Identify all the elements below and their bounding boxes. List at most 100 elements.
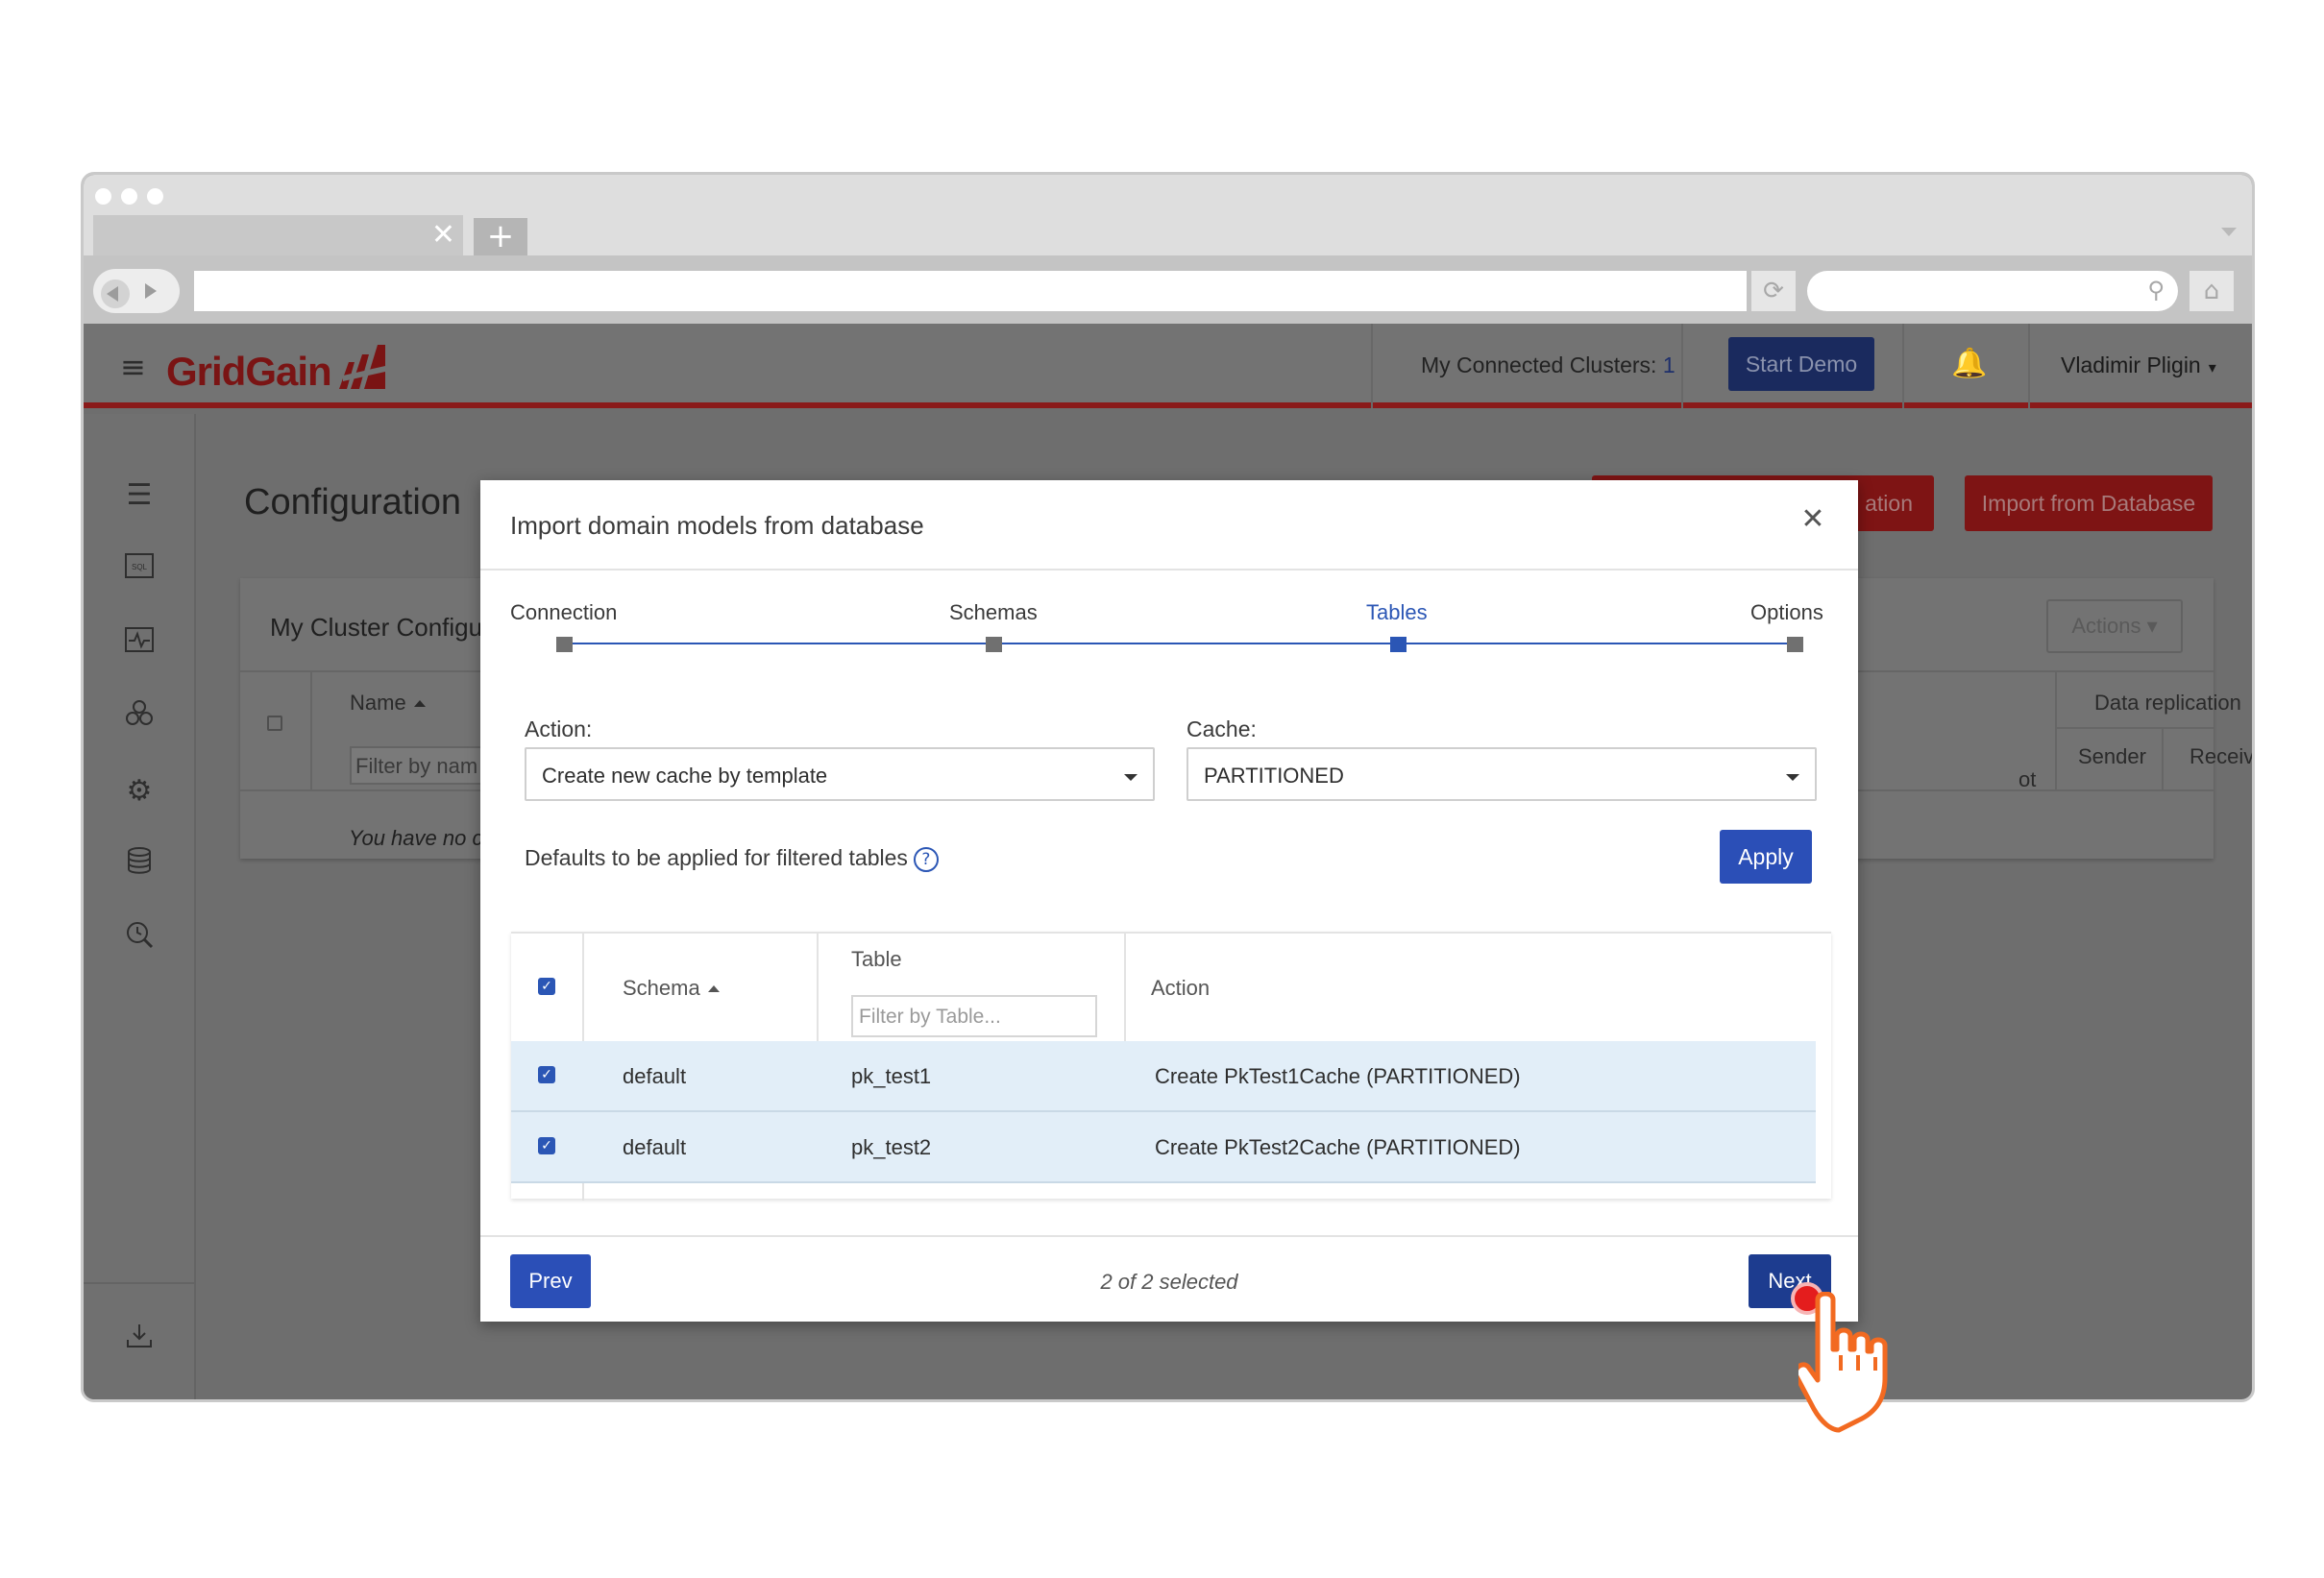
table-filter-input[interactable]: Filter by Table... [851,995,1097,1037]
browser-search-input[interactable]: ⚲ [1807,271,2178,311]
chevron-down-icon [1786,774,1799,781]
column-header-name[interactable]: Name [350,691,426,716]
cluster-icon-glyph [126,700,153,725]
column-header-schema[interactable]: Schema [623,976,720,1001]
hand-pointer-icon [1798,1292,1888,1433]
hamburger-menu-icon[interactable]: ≡ [120,349,146,385]
row-checkbox[interactable]: ✓ [538,1066,555,1083]
tables-grid: ✓ Schema Table Filter by Table... Action… [511,932,1831,1201]
header-divider [1371,324,1373,408]
start-demo-button[interactable]: Start Demo [1728,337,1874,391]
step-tables[interactable]: Tables [1366,600,1428,625]
tab-close-icon[interactable]: ✕ [431,219,455,252]
close-icon[interactable]: ✕ [1798,505,1827,534]
apply-button[interactable]: Apply [1720,830,1812,884]
cache-select[interactable]: PARTITIONED [1186,747,1817,801]
database-icon-glyph [128,847,151,874]
bell-icon[interactable]: 🔔 [1951,347,1987,380]
select-all-checkbox[interactable] [267,716,282,731]
back-arrow-icon[interactable] [101,279,130,308]
app-header: ≡ GridGain My Connected Clusters: 1 Star… [84,324,2252,408]
chevron-down-icon: ▾ [2146,614,2158,638]
selection-status: 2 of 2 selected [1100,1270,1238,1294]
row-table: pk_test2 [851,1135,932,1159]
home-icon[interactable]: ⌂ [2189,271,2234,311]
window-zoom-dot[interactable] [147,188,163,205]
step-connection-marker[interactable] [556,637,573,652]
sidebar-divider [84,1282,196,1284]
gear-icon[interactable]: ⚙ [120,772,159,811]
action-select-value: Create new cache by template [542,764,828,788]
page-title: Configuration [244,482,462,522]
row-table: pk_test1 [851,1064,932,1088]
column-divider [817,934,819,1041]
search-clock-icon[interactable] [120,920,159,959]
step-options[interactable]: Options [1750,600,1823,625]
logo-mark-icon [338,345,385,389]
new-tab-button[interactable]: + [474,218,527,256]
sliders-icon[interactable]: ☰ [120,476,159,515]
action-select[interactable]: Create new cache by template [525,747,1155,801]
column-divider [2055,670,2057,789]
column-header-data-replication: Data replication [2094,691,2241,715]
forward-arrow-icon[interactable] [145,283,157,299]
window-close-dot[interactable] [95,188,111,205]
column-divider [310,670,312,789]
column-header-action: Action [1151,976,1211,1000]
user-menu[interactable]: Vladimir Pligin ▾ [2061,352,2216,378]
connected-clusters-label: My Connected Clusters: [1421,352,1657,377]
sql-icon-glyph: SQL [125,553,154,578]
download-icon[interactable] [120,1322,159,1360]
row-action: Create PkTest1Cache (PARTITIONED) [1155,1064,1521,1088]
help-icon[interactable]: ? [913,847,939,872]
sql-icon[interactable]: SQL [120,550,159,589]
header-divider [1902,324,1904,408]
header-divider [2028,324,2030,408]
step-connection[interactable]: Connection [510,600,617,625]
table-row[interactable]: ✓ default pk_test1 Create PkTest1Cache (… [511,1041,1816,1112]
reload-icon[interactable]: ⟳ [1751,271,1796,311]
tab-list-chevron-icon[interactable] [2221,228,2237,236]
sidebar: ☰ SQL ⚙ [84,414,196,1399]
card-title: My Cluster Configu [270,613,483,642]
monitoring-icon[interactable] [120,624,159,663]
gridgain-logo[interactable]: GridGain [166,343,385,395]
svg-text:SQL: SQL [132,563,148,571]
search-icon: ⚲ [2147,277,2165,303]
dialog-header-divider [480,569,1858,571]
defaults-note-text: Defaults to be applied for filtered tabl… [525,845,908,870]
sort-asc-icon [413,700,426,707]
select-all-checkbox[interactable]: ✓ [538,978,555,995]
row-checkbox[interactable]: ✓ [538,1137,555,1154]
chevron-down-icon: ▾ [2208,358,2216,376]
window-minimize-dot[interactable] [121,188,137,205]
empty-state-text: You have no c [349,826,483,850]
cluster-icon[interactable] [120,698,159,737]
column-name-label: Name [350,691,406,715]
nav-buttons [93,269,180,313]
table-row[interactable]: ✓ default pk_test2 Create PkTest2Cache (… [511,1112,1816,1183]
user-name: Vladimir Pligin [2061,352,2201,377]
browser-chrome: ✕ + ⟳ ⚲ ⌂ [84,175,2252,324]
name-filter-input[interactable]: Filter by nam [350,746,484,785]
cache-field-label: Cache: [1186,716,1257,741]
dialog-title: Import domain models from database [510,511,924,540]
step-schemas[interactable]: Schemas [949,600,1038,625]
logo-text: GridGain [166,349,332,394]
search-clock-icon-glyph [127,922,154,949]
column-header-sender: Sender [2078,744,2146,768]
import-from-database-button[interactable]: Import from Database [1965,475,2213,531]
database-icon[interactable] [120,846,159,885]
step-options-marker[interactable] [1787,637,1803,652]
browser-tab[interactable]: ✕ [93,215,463,255]
download-icon-glyph [127,1324,152,1347]
row-schema: default [623,1064,687,1088]
actions-dropdown[interactable]: Actions ▾ [2046,599,2183,653]
step-tables-marker[interactable] [1390,637,1407,652]
address-bar[interactable] [194,271,1747,311]
column-schema-label: Schema [623,976,700,1000]
window-controls [95,188,163,205]
defaults-note: Defaults to be applied for filtered tabl… [525,845,939,872]
connected-clusters[interactable]: My Connected Clusters: 1 [1421,352,1676,378]
step-schemas-marker[interactable] [986,637,1002,652]
